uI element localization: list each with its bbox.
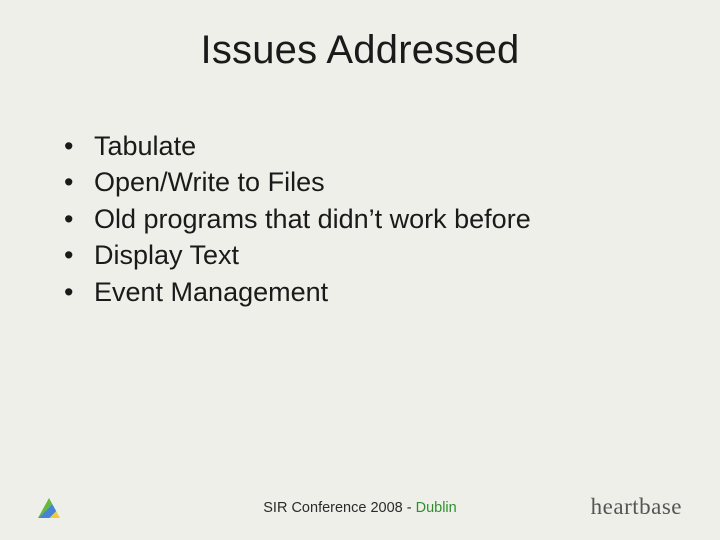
footer-brand: heartbase — [591, 494, 682, 520]
list-item: Event Management — [56, 274, 664, 310]
footer-location: Dublin — [416, 500, 457, 516]
slide: Issues Addressed Tabulate Open/Write to … — [0, 0, 720, 540]
slide-footer: SIR Conference 2008 - Dublin heartbase — [0, 488, 720, 518]
slide-title: Issues Addressed — [0, 28, 720, 73]
list-item: Old programs that didn’t work before — [56, 201, 664, 237]
list-item: Open/Write to Files — [56, 164, 664, 200]
bullet-list: Tabulate Open/Write to Files Old program… — [56, 128, 664, 310]
slide-body: Tabulate Open/Write to Files Old program… — [56, 128, 664, 310]
list-item: Display Text — [56, 237, 664, 273]
footer-text: SIR Conference 2008 - — [263, 500, 415, 516]
list-item: Tabulate — [56, 128, 664, 164]
